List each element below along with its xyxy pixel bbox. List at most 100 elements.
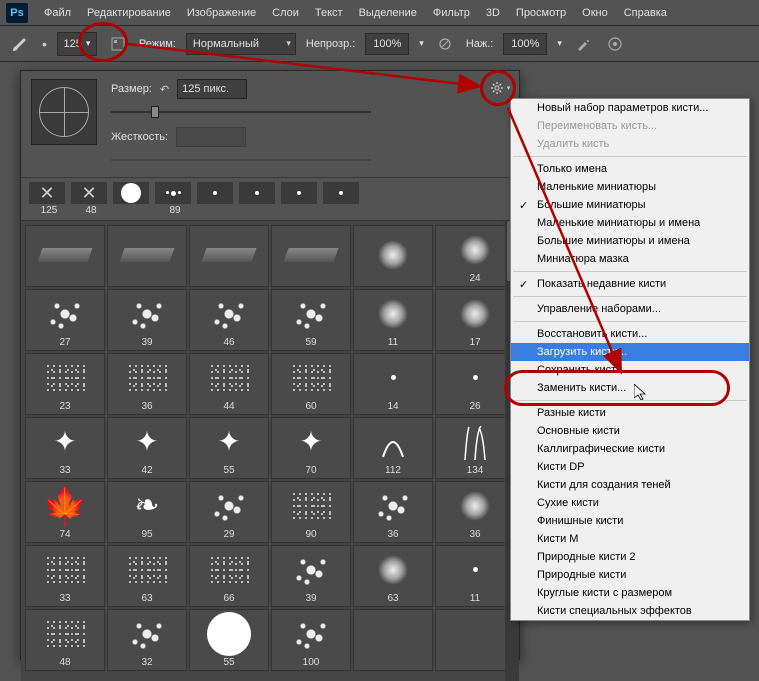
recent-brush[interactable]: 89: [155, 182, 195, 216]
menu-item[interactable]: Загрузить кисти...: [511, 343, 749, 361]
reset-size-icon[interactable]: ↶: [160, 83, 169, 96]
brush-preset[interactable]: 11: [353, 289, 433, 351]
menu-item[interactable]: Кисти М: [511, 530, 749, 548]
brush-preset[interactable]: 14: [353, 353, 433, 415]
menu-Справка[interactable]: Справка: [616, 0, 675, 26]
menu-item[interactable]: Большие миниатюры: [511, 196, 749, 214]
panel-menu-gear-icon[interactable]: ▾: [489, 79, 511, 97]
menu-item[interactable]: Каллиграфические кисти: [511, 440, 749, 458]
menu-item[interactable]: Только имена: [511, 160, 749, 178]
menu-Слои[interactable]: Слои: [264, 0, 307, 26]
brush-panel-toggle-icon[interactable]: [107, 33, 129, 55]
menu-Выделение[interactable]: Выделение: [351, 0, 425, 26]
pressure-opacity-icon[interactable]: [434, 33, 456, 55]
menu-Окно[interactable]: Окно: [574, 0, 616, 26]
recent-brush[interactable]: [197, 182, 237, 216]
menu-item[interactable]: Маленькие миниатюры и имена: [511, 214, 749, 232]
menu-item[interactable]: Управление наборами...: [511, 300, 749, 318]
brush-preset[interactable]: 11: [435, 545, 515, 607]
chevron-down-icon[interactable]: ▾: [419, 38, 424, 49]
hardness-slider[interactable]: [111, 151, 371, 169]
brush-preset[interactable]: 26: [435, 353, 515, 415]
brush-preset[interactable]: 🍁74: [25, 481, 105, 543]
recent-brush[interactable]: ✕48: [71, 182, 111, 216]
recent-brush[interactable]: [239, 182, 279, 216]
brush-preset[interactable]: 33: [25, 545, 105, 607]
brush-preset[interactable]: 17: [435, 289, 515, 351]
recent-brush[interactable]: [281, 182, 321, 216]
menu-item[interactable]: Восстановить кисти...: [511, 325, 749, 343]
brush-preset[interactable]: [25, 225, 105, 287]
brush-preset[interactable]: 59: [271, 289, 351, 351]
brush-preset[interactable]: 66: [189, 545, 269, 607]
brush-preset[interactable]: ✦55: [189, 417, 269, 479]
menu-item[interactable]: Природные кисти 2: [511, 548, 749, 566]
menu-item[interactable]: Круглые кисти с размером: [511, 584, 749, 602]
chevron-down-icon[interactable]: ▾: [557, 38, 562, 49]
menu-item[interactable]: Миниатюра мазка: [511, 250, 749, 268]
brush-preset[interactable]: 36: [107, 353, 187, 415]
brush-tip-preview[interactable]: [31, 79, 97, 145]
brush-preset[interactable]: 36: [435, 481, 515, 543]
recent-brush[interactable]: ✕125: [29, 182, 69, 216]
menu-Текст[interactable]: Текст: [307, 0, 351, 26]
brush-preset[interactable]: 24: [435, 225, 515, 287]
brush-size-dropdown[interactable]: 125 ▾: [57, 32, 97, 56]
brush-preset[interactable]: [271, 225, 351, 287]
menu-item[interactable]: Кисти для создания теней: [511, 476, 749, 494]
menu-item[interactable]: Кисти специальных эффектов: [511, 602, 749, 620]
brush-preset[interactable]: 46: [189, 289, 269, 351]
brush-preset[interactable]: 39: [107, 289, 187, 351]
menu-Изображение[interactable]: Изображение: [179, 0, 264, 26]
airbrush-icon[interactable]: [572, 33, 594, 55]
blend-mode-select[interactable]: Нормальный: [186, 33, 296, 55]
flow-field[interactable]: 100%: [503, 33, 547, 55]
brush-preset[interactable]: 39: [271, 545, 351, 607]
hardness-input[interactable]: [176, 127, 246, 147]
brush-preset[interactable]: ✦33: [25, 417, 105, 479]
brush-preset[interactable]: 134: [435, 417, 515, 479]
menu-item[interactable]: Заменить кисти...: [511, 379, 749, 397]
menu-item[interactable]: Финишные кисти: [511, 512, 749, 530]
brush-preset[interactable]: 27: [25, 289, 105, 351]
brush-preset[interactable]: [189, 225, 269, 287]
brush-preset[interactable]: 29: [189, 481, 269, 543]
menu-item[interactable]: Сохранить кисти...: [511, 361, 749, 379]
menu-Файл[interactable]: Файл: [36, 0, 79, 26]
brush-preset[interactable]: 63: [107, 545, 187, 607]
brush-preset[interactable]: ✦42: [107, 417, 187, 479]
menu-3D[interactable]: 3D: [478, 0, 508, 26]
brush-preset[interactable]: [353, 609, 433, 671]
brush-preset[interactable]: 23: [25, 353, 105, 415]
brush-preset[interactable]: 36: [353, 481, 433, 543]
brush-preset[interactable]: [435, 609, 515, 671]
brush-preset[interactable]: ❧95: [107, 481, 187, 543]
brush-preset[interactable]: 112: [353, 417, 433, 479]
brush-preset[interactable]: 55: [189, 609, 269, 671]
brush-preset[interactable]: 44: [189, 353, 269, 415]
brush-preset[interactable]: 60: [271, 353, 351, 415]
brush-tool-icon[interactable]: [8, 32, 32, 56]
menu-item[interactable]: Маленькие миниатюры: [511, 178, 749, 196]
menu-item[interactable]: Основные кисти: [511, 422, 749, 440]
menu-item[interactable]: Новый набор параметров кисти...: [511, 99, 749, 117]
pressure-size-icon[interactable]: [604, 33, 626, 55]
brush-preset[interactable]: 63: [353, 545, 433, 607]
brush-preset[interactable]: 48: [25, 609, 105, 671]
size-slider[interactable]: [111, 103, 371, 121]
menu-Редактирование[interactable]: Редактирование: [79, 0, 179, 26]
menu-item[interactable]: Кисти DP: [511, 458, 749, 476]
menu-Фильтр[interactable]: Фильтр: [425, 0, 478, 26]
recent-brush[interactable]: [323, 182, 363, 216]
brush-preset[interactable]: 32: [107, 609, 187, 671]
recent-brush[interactable]: [113, 182, 153, 216]
menu-item[interactable]: Большие миниатюры и имена: [511, 232, 749, 250]
size-input[interactable]: 125 пикс.: [177, 79, 247, 99]
brush-preset[interactable]: [107, 225, 187, 287]
brush-preset[interactable]: 100: [271, 609, 351, 671]
opacity-field[interactable]: 100%: [365, 33, 409, 55]
brush-preset[interactable]: 90: [271, 481, 351, 543]
brush-preset[interactable]: [353, 225, 433, 287]
menu-Просмотр[interactable]: Просмотр: [508, 0, 574, 26]
menu-item[interactable]: Природные кисти: [511, 566, 749, 584]
